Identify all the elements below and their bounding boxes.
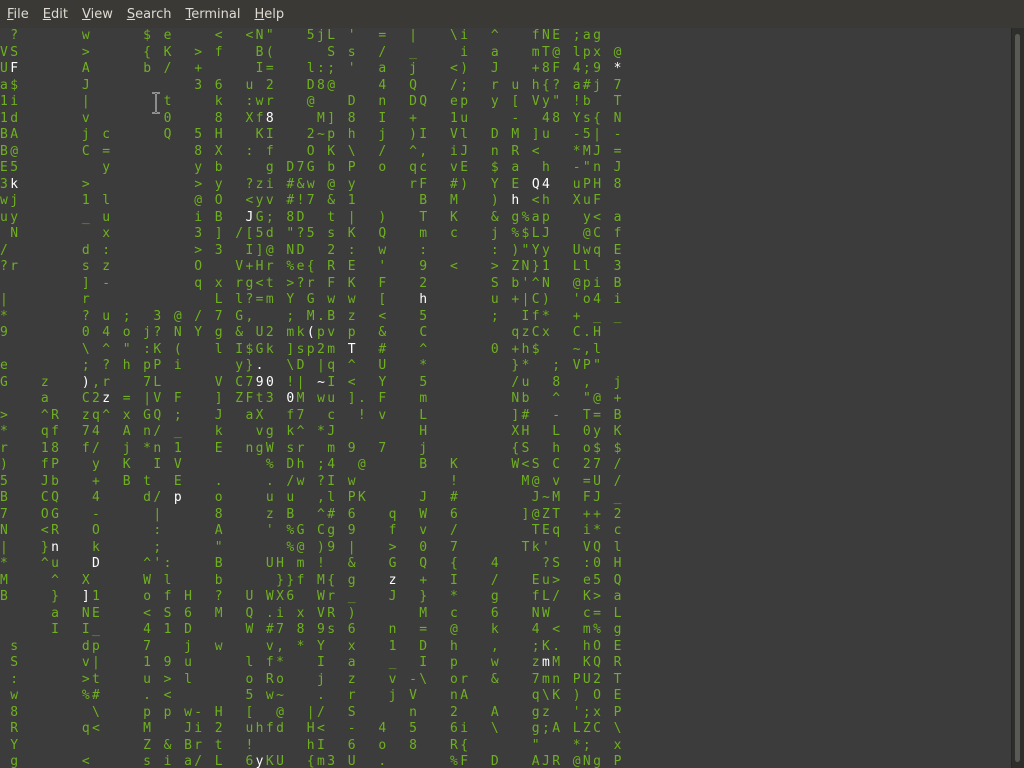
menu-bar: File Edit View Search Terminal Help xyxy=(0,0,1024,28)
ibeam-cursor-icon xyxy=(152,92,160,114)
menu-terminal[interactable]: Terminal xyxy=(186,7,241,22)
matrix-rain-text: ? w $ e < <N" 5jL ' = | \i ^ fNE ;ag VS … xyxy=(0,28,624,768)
menu-edit[interactable]: Edit xyxy=(43,7,68,22)
scrollbar[interactable] xyxy=(1011,28,1024,768)
menu-view[interactable]: View xyxy=(82,7,113,22)
menu-help[interactable]: Help xyxy=(254,7,284,22)
terminal-view[interactable]: ? w $ e < <N" 5jL ' = | \i ^ fNE ;ag VS … xyxy=(0,28,1012,768)
menu-file[interactable]: File xyxy=(7,7,29,22)
menu-search[interactable]: Search xyxy=(127,7,172,22)
scroll-thumb[interactable] xyxy=(1015,34,1020,762)
